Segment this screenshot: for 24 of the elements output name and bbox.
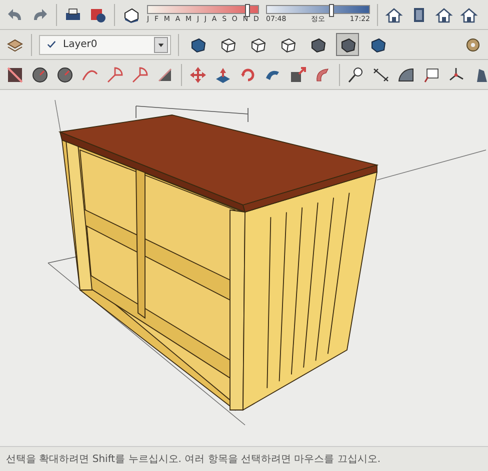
wedge-icon[interactable] [156,66,174,84]
house-icon[interactable] [385,6,403,24]
move-icon[interactable] [189,66,207,84]
box-icon[interactable] [122,6,140,24]
face-style-button[interactable] [336,33,359,56]
status-text: 선택을 확대하려면 Shift를 누르십시오. 여러 항목을 선택하려면 마우스를 끄십시오. [6,453,381,466]
model-viewport[interactable] [0,90,488,446]
slash-icon[interactable] [6,66,24,84]
text-icon[interactable] [422,66,440,84]
scale-icon[interactable] [289,66,307,84]
pie-icon[interactable] [131,66,149,84]
house-icon[interactable] [435,6,453,24]
axes-icon[interactable] [447,66,465,84]
pie-icon[interactable] [106,66,124,84]
dimension-icon[interactable] [372,66,390,84]
circle-icon[interactable] [31,66,49,84]
month-slider[interactable] [147,5,259,14]
push-pull-icon[interactable] [214,66,232,84]
slider-thumb[interactable] [329,4,334,17]
slider-thumb[interactable] [245,4,250,17]
circle-icon[interactable] [56,66,74,84]
time-slider[interactable] [266,5,370,14]
house-icon[interactable] [460,6,478,24]
layer-dropdown[interactable]: Layer0 [39,34,171,54]
